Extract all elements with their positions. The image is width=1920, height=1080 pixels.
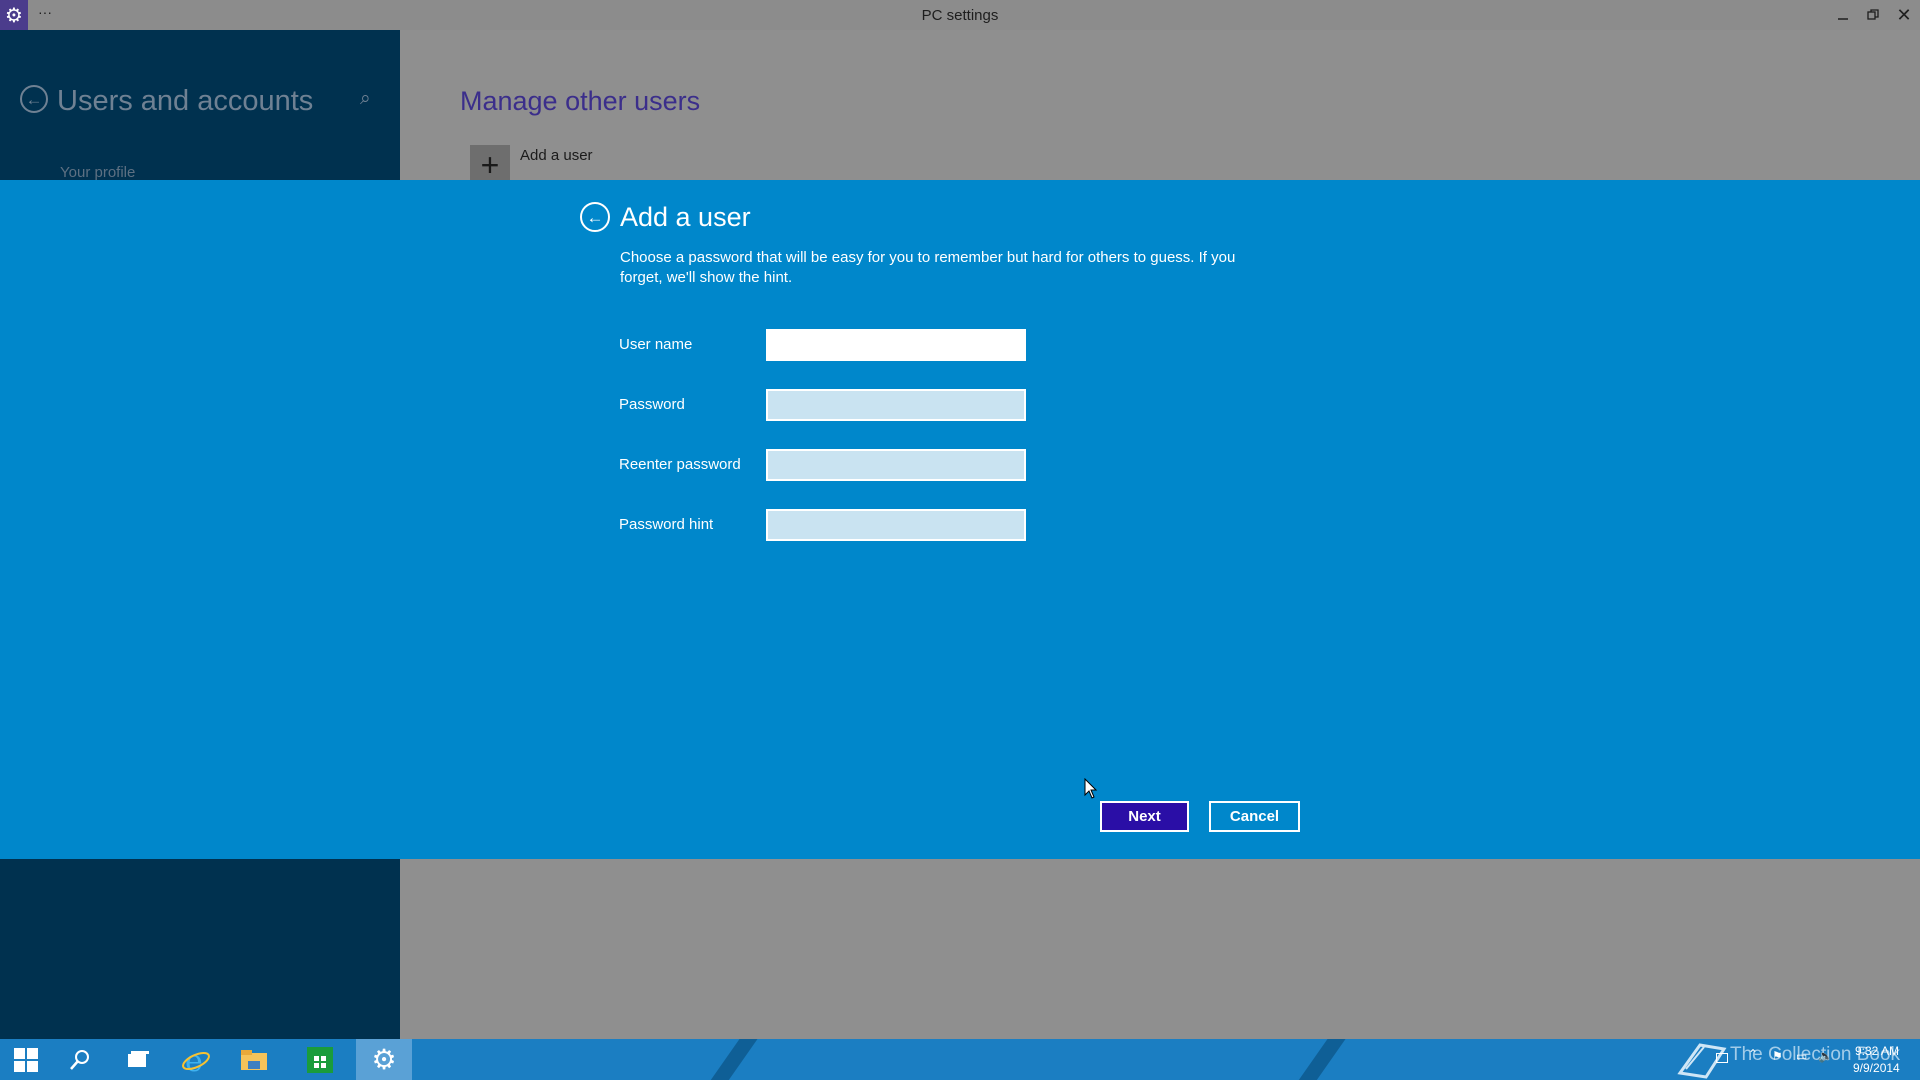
flag-icon[interactable]: ⚑ [1772,1049,1783,1080]
file-explorer-glyph [241,1049,267,1070]
mouse-cursor-icon [1084,778,1098,799]
volume-icon[interactable]: 🔈 [1818,1049,1833,1080]
user-name-field[interactable] [766,329,1026,361]
dialog-back-arrow-icon[interactable]: ← [580,202,610,232]
taskbar: e ⚙ The Collection Book ⌃ ⚑ ▭ 🔈 9:32 AM … [0,1039,1920,1080]
search-glyph [70,1049,89,1070]
chevron-up-icon[interactable]: ⌃ [1748,1047,1758,1080]
reenter-password-field[interactable] [766,449,1026,481]
add-user-link[interactable]: Add a user [520,147,593,164]
minimize-glyph [1838,18,1848,20]
back-arrow-icon[interactable]: ← [20,85,48,113]
file-explorer-icon[interactable] [228,1039,280,1080]
close-icon[interactable]: ✕ [1889,0,1919,30]
keyboard-icon[interactable] [1716,1053,1728,1063]
minimize-icon[interactable] [1828,0,1858,30]
password-hint-field[interactable] [766,509,1026,541]
window-title: PC settings [921,7,999,24]
taskbar-stripe [700,1039,762,1080]
page-title: Manage other users [460,86,701,116]
restore-icon[interactable] [1858,0,1888,30]
next-button[interactable]: Next [1100,801,1189,832]
restore-glyph [1867,9,1879,20]
taskbar-stripe [1288,1039,1350,1080]
title-bar: ⚙ ··· PC settings ✕ [0,0,1920,30]
store-icon[interactable] [294,1039,346,1080]
internet-explorer-icon[interactable]: e [170,1039,222,1080]
password-field[interactable] [766,389,1026,421]
settings-icon[interactable]: ⚙ [356,1039,412,1080]
store-glyph [307,1046,333,1073]
task-view-glyph [128,1050,149,1067]
dialog-title: Add a user [620,202,751,232]
sidebar-heading: Users and accounts [57,85,314,117]
task-view-icon[interactable] [112,1039,164,1080]
network-icon[interactable]: ▭ [1796,1049,1807,1080]
internet-explorer-glyph: e [182,1045,210,1075]
cancel-button[interactable]: Cancel [1209,801,1300,832]
user-name-label: User name [619,336,693,353]
search-icon[interactable]: ⌕ [360,88,371,110]
add-user-dialog: ← Add a user Choose a password that will… [0,180,1920,859]
sidebar-item-your-profile[interactable]: Your profile [60,164,135,181]
reenter-password-label: Reenter password [619,456,741,473]
add-user-plus-icon[interactable]: + [470,145,510,185]
password-label: Password [619,396,685,413]
password-hint-label: Password hint [619,516,714,533]
clock-time[interactable]: 9:32 AM [1855,1044,1899,1058]
start-icon[interactable] [0,1039,52,1080]
dialog-description: Choose a password that will be easy for … [620,249,1236,286]
search-icon[interactable] [54,1039,106,1080]
clock-date[interactable]: 9/9/2014 [1853,1061,1900,1075]
